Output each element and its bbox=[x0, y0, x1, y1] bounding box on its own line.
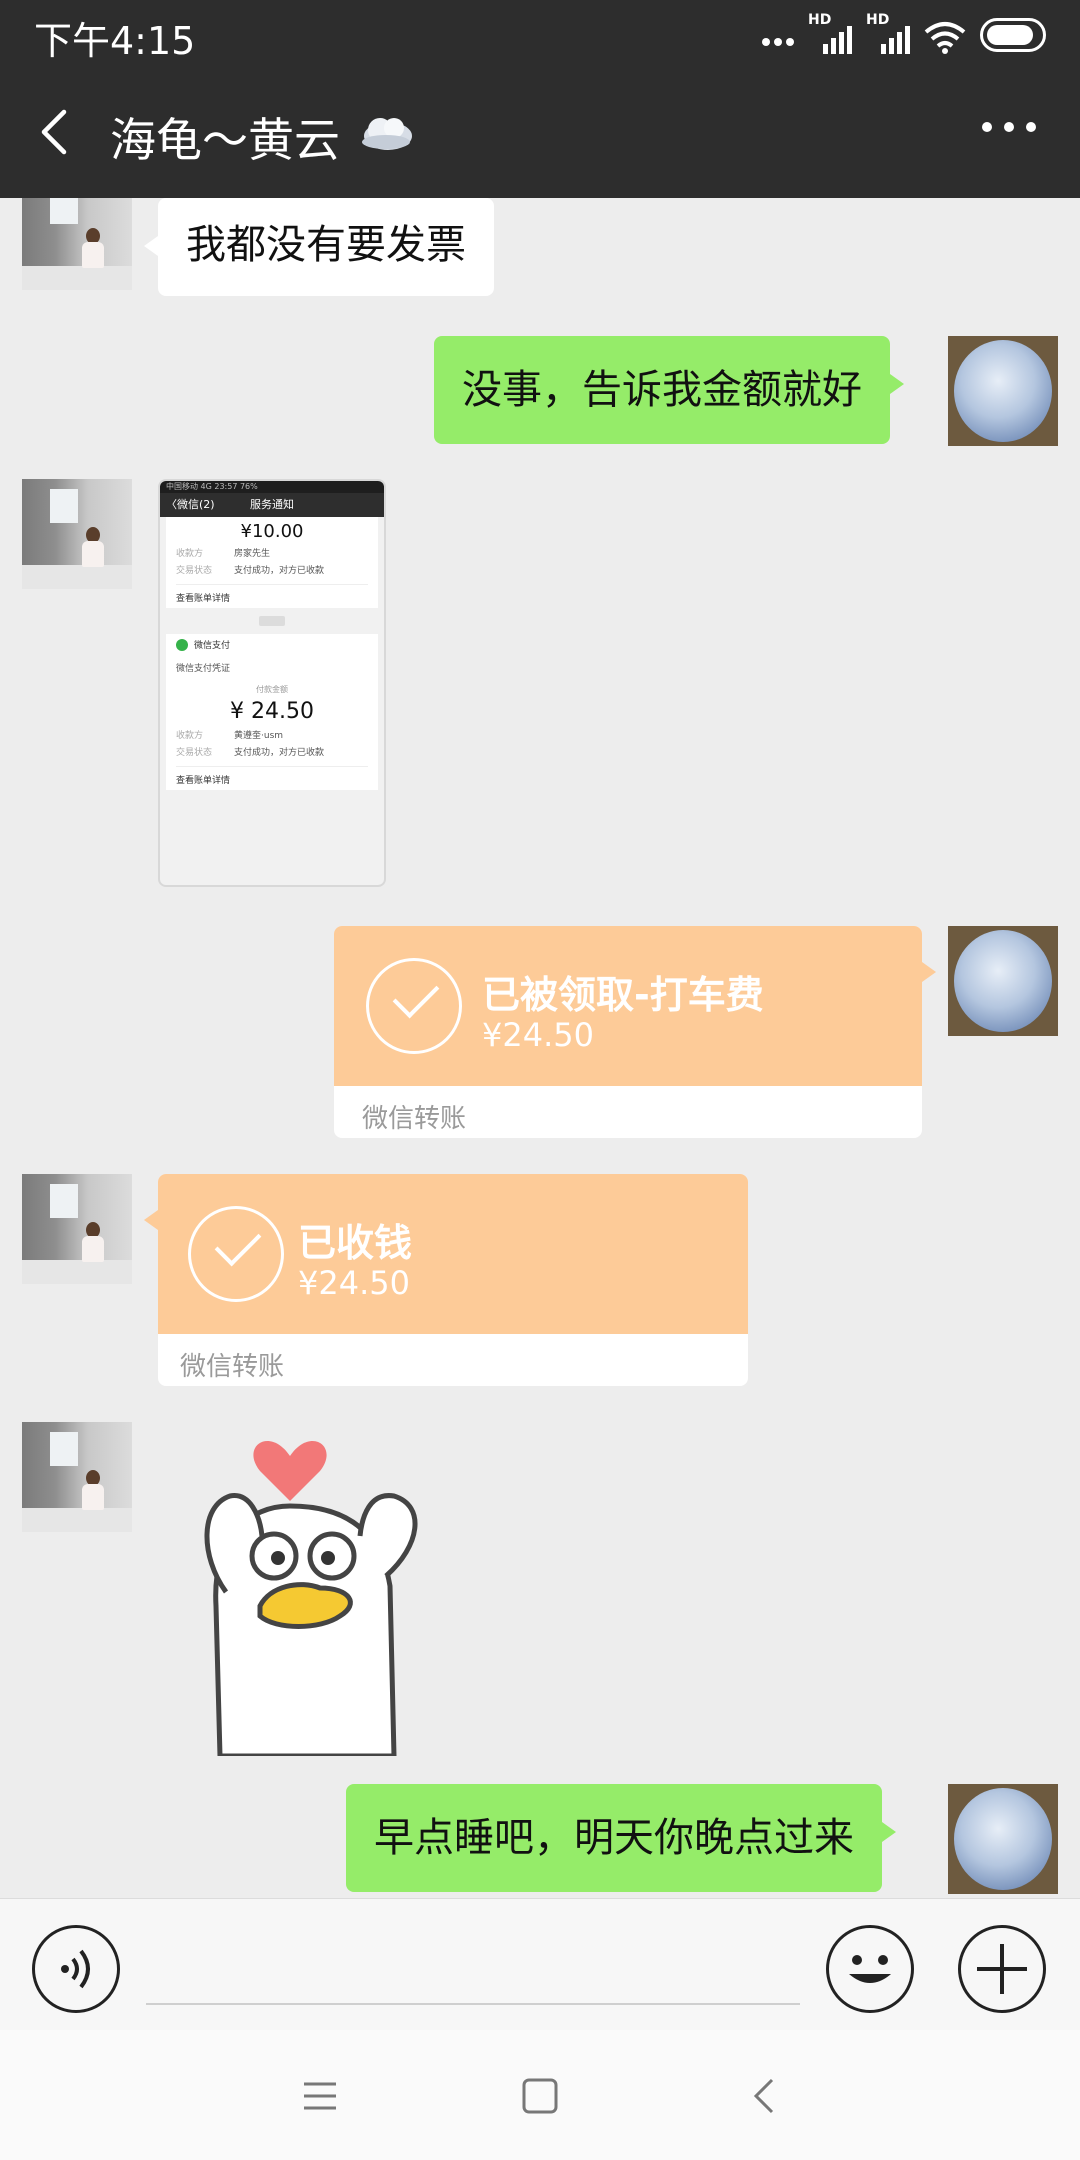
status-bar: 下午4:15 HD HD bbox=[0, 0, 1080, 66]
transfer-footer: 微信转账 bbox=[362, 1104, 467, 1134]
shot-title: 服务通知 bbox=[250, 498, 294, 511]
transfer-card-received[interactable]: 已收钱 ¥24.50 微信转账 bbox=[158, 1174, 748, 1386]
duck-sticker[interactable] bbox=[190, 1416, 470, 1756]
back-icon[interactable] bbox=[744, 2074, 788, 2118]
shot-pay-name: 微信支付 bbox=[194, 641, 231, 651]
shot-value: 支付成功，对方已收款 bbox=[234, 748, 325, 758]
signal-icon-1: HD bbox=[808, 12, 852, 54]
contact-avatar[interactable] bbox=[22, 1174, 132, 1284]
transfer-amount: ¥24.50 bbox=[482, 1016, 594, 1054]
message-input[interactable] bbox=[146, 2003, 800, 2005]
wechat-pay-icon bbox=[176, 638, 188, 651]
shot-amount-label: 付款金额 bbox=[256, 685, 288, 694]
battery-icon bbox=[980, 18, 1046, 52]
checkmark-circle-icon bbox=[366, 958, 462, 1054]
shot-card-2: 微信支付 微信支付凭证 付款金额 ¥ 24.50 收款方 黄遵奎·usm 交易状态… bbox=[166, 634, 378, 790]
contact-avatar[interactable] bbox=[22, 1422, 132, 1532]
shot-card-1: ¥10.00 收款方 房家先生 交易状态 支付成功，对方已收款 查看账单详情 bbox=[166, 517, 378, 608]
chat-area[interactable]: 我都没有要发票 没事，告诉我金额就好 中国移动 4G 23:57 76% 〈微信… bbox=[0, 198, 1080, 1898]
checkmark-circle-icon bbox=[188, 1206, 284, 1302]
message-bubble-outgoing[interactable]: 早点睡吧，明天你晚点过来 bbox=[346, 1784, 896, 1892]
menu-icon[interactable] bbox=[298, 2074, 342, 2118]
transfer-label: 已被领取-打车费 bbox=[482, 973, 764, 1017]
shot-key: 交易状态 bbox=[176, 566, 213, 576]
image-message[interactable]: 中国移动 4G 23:57 76% 〈微信(2) 服务通知 ¥10.00 收款方… bbox=[158, 479, 386, 887]
shot-voucher: 微信支付凭证 bbox=[176, 664, 231, 674]
message-bubble-outgoing[interactable]: 没事，告诉我金额就好 bbox=[434, 336, 904, 444]
chat-header: 海龟～黄云 bbox=[0, 66, 1080, 198]
shot-value: 黄遵奎·usm bbox=[234, 731, 284, 741]
contact-avatar[interactable] bbox=[22, 479, 132, 589]
my-avatar[interactable] bbox=[948, 336, 1058, 446]
bubble-tail bbox=[144, 1210, 158, 1230]
shot-details-link: 查看账单详情 bbox=[176, 766, 368, 786]
back-arrow-icon[interactable] bbox=[30, 104, 86, 160]
cloud-icon bbox=[362, 118, 412, 150]
shot-pay-header: 微信支付 bbox=[176, 638, 368, 651]
my-avatar[interactable] bbox=[948, 1784, 1058, 1894]
system-nav-bar bbox=[0, 2030, 1080, 2160]
more-options-icon[interactable] bbox=[982, 122, 1036, 132]
shot-amount: ¥ 24.50 bbox=[230, 699, 314, 724]
transfer-label: 已收钱 bbox=[298, 1221, 413, 1265]
message-bubble-incoming[interactable]: 我都没有要发票 bbox=[144, 198, 494, 296]
contact-avatar[interactable] bbox=[22, 198, 132, 290]
my-avatar[interactable] bbox=[948, 926, 1058, 1036]
network-activity-icon bbox=[762, 38, 794, 46]
home-icon[interactable] bbox=[518, 2074, 562, 2118]
shot-key: 收款方 bbox=[176, 731, 204, 741]
transfer-amount: ¥24.50 bbox=[298, 1264, 410, 1302]
shot-details-link: 查看账单详情 bbox=[176, 584, 368, 604]
plus-icon[interactable] bbox=[958, 1925, 1046, 2013]
shot-value: 支付成功，对方已收款 bbox=[234, 566, 325, 576]
voice-input-icon[interactable] bbox=[32, 1925, 120, 2013]
emoji-icon[interactable] bbox=[826, 1925, 914, 2013]
status-icons: HD HD bbox=[762, 12, 1046, 54]
input-bar bbox=[0, 1898, 1080, 2030]
shot-key: 交易状态 bbox=[176, 748, 213, 758]
shot-nav: 〈微信(2) 服务通知 bbox=[160, 493, 384, 517]
shot-time-separator bbox=[259, 616, 285, 626]
bubble-tail bbox=[922, 962, 936, 982]
shot-key: 收款方 bbox=[176, 549, 204, 559]
transfer-footer: 微信转账 bbox=[180, 1352, 285, 1382]
shot-status-bar: 中国移动 4G 23:57 76% bbox=[160, 481, 384, 493]
signal-icon-2: HD bbox=[866, 12, 910, 54]
shot-value: 房家先生 bbox=[234, 549, 271, 559]
wifi-icon bbox=[924, 22, 966, 54]
chat-title: 海龟～黄云 bbox=[110, 113, 340, 167]
shot-top-amount: ¥10.00 bbox=[240, 521, 304, 542]
status-time: 下午4:15 bbox=[34, 19, 196, 63]
transfer-card-sent[interactable]: 已被领取-打车费 ¥24.50 微信转账 bbox=[334, 926, 922, 1138]
